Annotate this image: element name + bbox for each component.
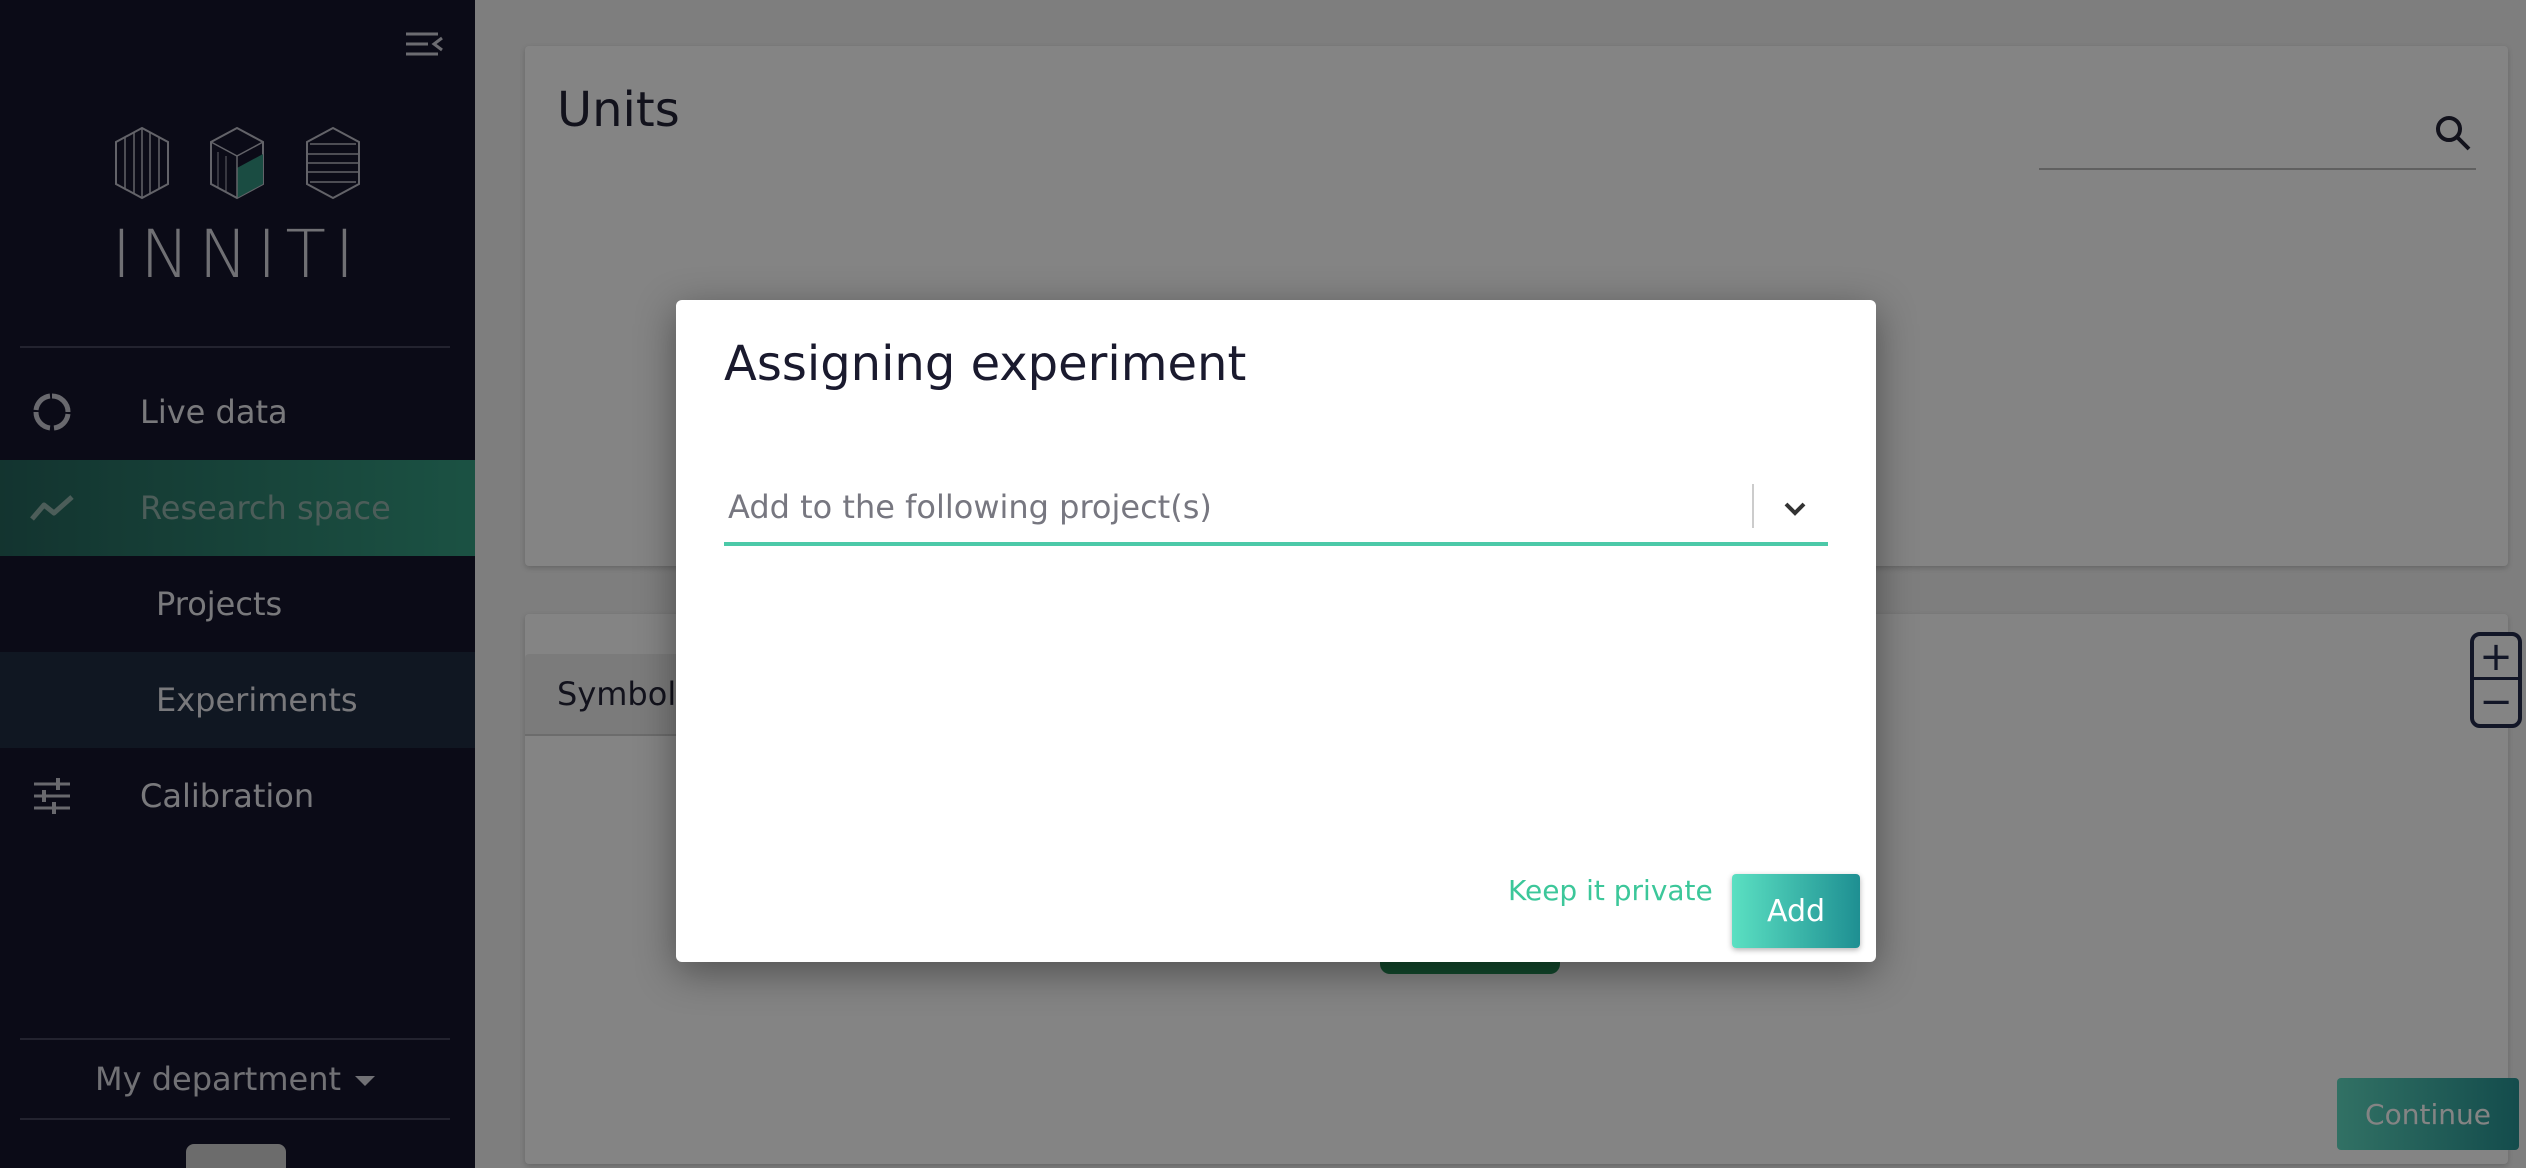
add-button[interactable]: Add	[1732, 874, 1860, 948]
project-select-placeholder: Add to the following project(s)	[728, 488, 1212, 526]
assign-experiment-dialog: Assigning experiment Add to the followin…	[676, 300, 1876, 962]
dialog-title: Assigning experiment	[724, 336, 1247, 392]
project-select[interactable]: Add to the following project(s)	[724, 476, 1828, 546]
select-divider	[1752, 484, 1754, 528]
keep-private-button[interactable]: Keep it private	[1508, 874, 1713, 907]
chevron-down-icon[interactable]	[1778, 492, 1812, 526]
